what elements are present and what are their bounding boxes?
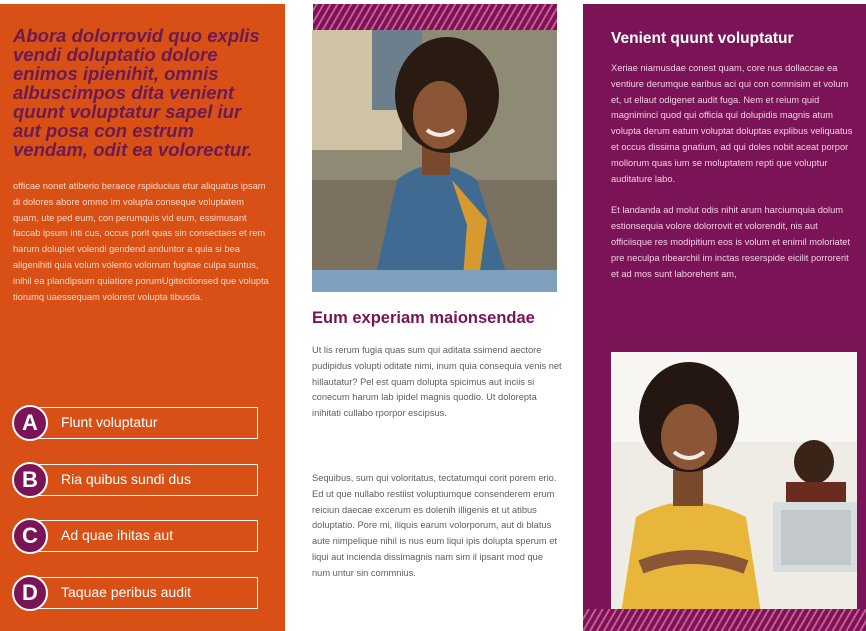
option-c: C Ad quae ihitas aut <box>12 518 258 554</box>
photo-student-illustration <box>312 30 557 292</box>
option-b: B Ria quibus sundi dus <box>12 462 258 498</box>
option-c-badge: C <box>12 518 48 554</box>
left-panel: Abora dolorrovid quo explis vendi dolupt… <box>0 0 285 631</box>
option-d: D Taquae peribus audit <box>12 575 258 611</box>
photo-smiling-student <box>312 30 557 292</box>
option-d-label: Taquae peribus audit <box>61 584 191 600</box>
middle-panel: Eum experiam maionsendae Ut lis rerum fu… <box>285 0 583 631</box>
option-b-label: Ria quibus sundi dus <box>61 471 191 487</box>
right-panel: Venient quunt voluptatur Xeriae niamusda… <box>583 0 866 631</box>
option-b-badge: B <box>12 462 48 498</box>
right-heading: Venient quunt voluptatur <box>611 30 794 47</box>
option-a-label: Flunt voluptatur <box>61 414 158 430</box>
left-body-text: officae nonet atiberio beraece rspiduciu… <box>13 181 269 302</box>
middle-heading: Eum experiam maionsendae <box>312 309 535 327</box>
option-a: A Flunt voluptatur <box>12 405 258 441</box>
right-paragraph-1: Xeriae niamusdae conest quam, core nus d… <box>611 63 853 184</box>
photo-student-at-computer <box>611 352 857 613</box>
option-d-badge: D <box>12 575 48 611</box>
pull-quote: Abora dolorrovid quo explis vendi dolupt… <box>13 25 260 160</box>
option-c-label: Ad quae ihitas aut <box>61 527 174 543</box>
middle-paragraph-1: Ut lis rerum fugia quas sum qui aditata … <box>312 345 562 419</box>
photo-computer-illustration <box>611 352 857 613</box>
middle-paragraph-2: Sequibus, sum qui voloritatus, tectatumq… <box>312 473 557 578</box>
option-a-badge: A <box>12 405 48 441</box>
decorative-stripe-top <box>313 4 557 30</box>
decorative-stripe-bottom <box>583 609 866 631</box>
right-paragraph-2: Et landanda ad molut odis nihit arum har… <box>611 205 851 279</box>
